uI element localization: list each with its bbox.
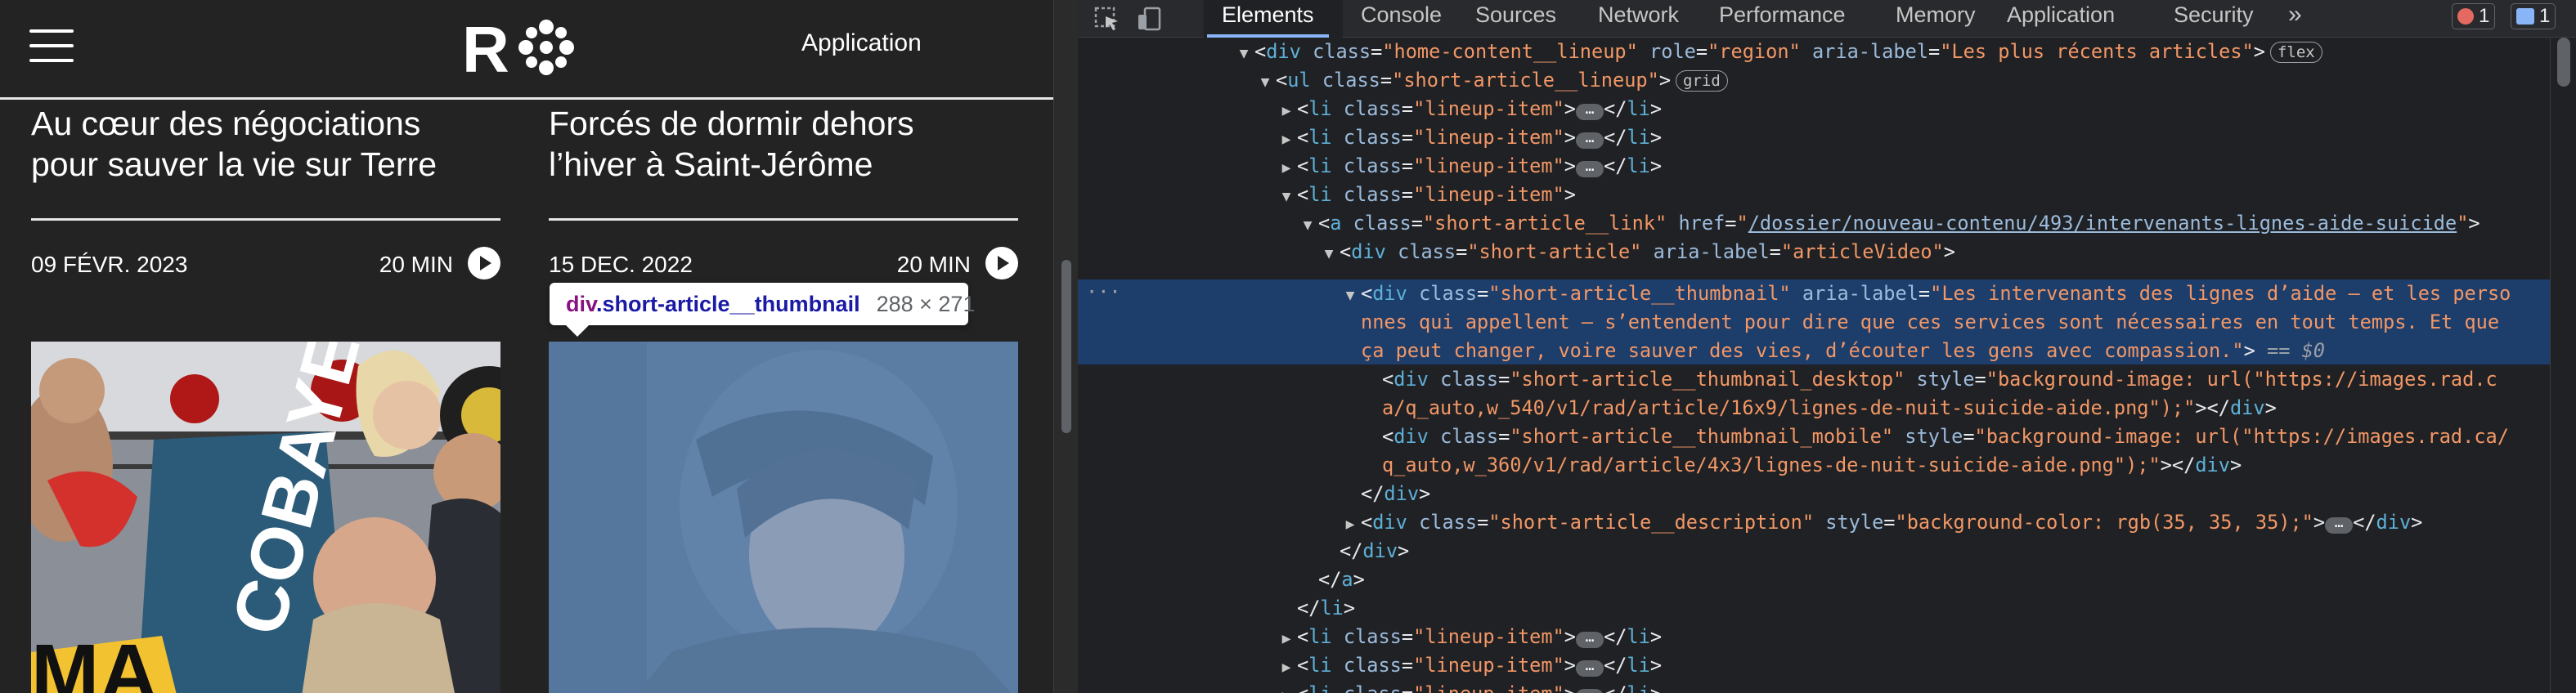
tab-elements[interactable]: Elements [1207,0,1329,38]
divider [549,218,1018,221]
dom-node-lineup-list[interactable]: ▼ <ul class="short-article__lineup"> grid [1078,66,2550,95]
hamburger-menu-icon[interactable] [29,29,74,62]
svg-text:MA: MA [31,628,159,693]
radio-canada-logo[interactable]: R [462,15,577,80]
tab-application[interactable]: Application [2007,0,2115,38]
more-tabs-chevron-icon[interactable]: » [2288,0,2302,38]
ellipsis-badge[interactable]: … [1576,630,1604,648]
dom-tree[interactable]: ▼ <div class="home-content__lineup" role=… [1078,38,2550,693]
flex-badge[interactable]: flex [2269,42,2322,63]
dom-node-close-div: </div> [1361,482,1431,505]
dom-node-lineup-item[interactable]: ▶<li class="lineup-item">…</li> [1078,651,2550,680]
message-count-badge[interactable]: 1 [2511,3,2556,29]
play-icon[interactable] [985,247,1018,279]
tab-memory[interactable]: Memory [1896,0,1976,38]
expanded-triangle-icon[interactable]: ▼ [1276,182,1297,211]
collapsed-triangle-icon[interactable]: ▶ [1276,682,1297,693]
ellipsis-badge[interactable]: … [1576,102,1604,120]
dom-node-close-div: </div> [1340,539,1410,562]
expanded-triangle-icon[interactable]: ▼ [1297,211,1318,239]
article-date: 15 DEC. 2022 [549,252,693,277]
article-title[interactable]: Au cœur des négociations pour sauver la … [31,103,500,185]
expanded-triangle-icon[interactable]: ▼ [1318,239,1340,268]
collapsed-triangle-icon[interactable]: ▶ [1276,125,1297,154]
inspect-element-icon[interactable] [1094,7,1120,31]
collapsed-triangle-icon[interactable]: ▶ [1276,624,1297,653]
dom-node-close-li: </li> [1297,597,1356,619]
tab-sources[interactable]: Sources [1475,0,1556,38]
tab-security[interactable]: Security [2174,0,2254,38]
tab-network[interactable]: Network [1598,0,1679,38]
dom-node-lineup-section[interactable]: ▼ <div class="home-content__lineup" role=… [1078,38,2550,66]
dom-node-thumbnail-mobile[interactable]: <div class="short-article__thumbnail_mob… [1078,423,2550,451]
article-date: 09 FÉVR. 2023 [31,252,188,277]
divider [31,218,500,221]
article-duration: 20 MIN [896,252,971,277]
article-thumbnail-highlighted[interactable] [549,342,1018,693]
tab-performance[interactable]: Performance [1719,0,1846,38]
collapsed-triangle-icon[interactable]: ▶ [1276,653,1297,682]
dom-node-lineup-item-expanded[interactable]: ▼ <li class="lineup-item"> [1078,181,2550,209]
ellipsis-badge[interactable]: … [2325,516,2354,534]
play-icon[interactable] [468,247,500,279]
article-title[interactable]: Forcés de dormir dehors l’hiver à Saint-… [549,103,1018,185]
message-count: 1 [2539,5,2551,27]
expanded-triangle-icon[interactable]: ▼ [1340,281,1361,310]
page-scrollbar-thumb[interactable] [1061,260,1071,433]
expanded-triangle-icon[interactable]: ▼ [1233,39,1254,68]
expanded-triangle-icon[interactable]: ▼ [1254,68,1276,96]
ellipsis-badge[interactable]: … [1576,659,1604,677]
article-duration: 20 MIN [379,252,453,277]
dom-node-article-link[interactable]: ▼ <a class="short-article__link" href="/d… [1078,209,2550,238]
dom-node-lineup-item[interactable]: ▶<li class="lineup-item">…</li> [1078,623,2550,651]
dom-node-short-article[interactable]: ▼ <div class="short-article" aria-label="… [1078,238,2550,266]
dom-node-lineup-item[interactable]: ▶<li class="lineup-item">…</li> [1078,680,2550,693]
devtools-scrollbar-thumb[interactable] [2557,38,2570,87]
dom-node-thumbnail-desktop-cont: a/q_auto,w_540/v1/rad/article/16x9/ligne… [1382,396,2277,419]
dom-node-close-a: </a> [1318,568,1365,591]
collapsed-triangle-icon[interactable]: ▶ [1340,510,1361,539]
mobile-page-viewport: R Application Au cœur des négociations p… [0,0,1053,693]
error-icon [2457,8,2474,25]
svg-text:R: R [462,15,509,80]
collapsed-triangle-icon[interactable]: ▶ [1276,154,1297,182]
inspect-element-tooltip: div.short-article__thumbnail 288 × 271 [550,283,975,337]
dom-node-lineup-item[interactable]: ▶<li class="lineup-item">…</li> [1078,95,2550,123]
tooltip-class: .short-article__thumbnail [596,292,860,316]
tooltip-size: 288 × 271 [876,292,976,316]
dom-node-lineup-item[interactable]: ▶<li class="lineup-item">…</li> [1078,152,2550,181]
nav-link-application[interactable]: Application [801,29,922,57]
dom-node-thumbnail-selected[interactable]: ▼ <div class="short-article__thumbnail" a… [1078,279,2550,308]
devtools-panel: Elements Console Sources Network Perform… [1078,0,2576,693]
dom-node-lineup-item[interactable]: ▶<li class="lineup-item">…</li> [1078,123,2550,152]
panel-splitter[interactable] [1053,0,1078,693]
error-count: 1 [2479,5,2490,27]
site-header: R Application [0,0,1053,100]
dom-node-thumbnail-desktop[interactable]: <div class="short-article__thumbnail_des… [1078,365,2550,394]
grid-badge[interactable]: grid [1676,70,1728,92]
error-count-badge[interactable]: 1 [2452,3,2496,29]
dom-node-thumbnail-mobile-cont: q_auto,w_360/v1/rad/article/4x3/lignes-d… [1382,454,2242,476]
dom-node-thumbnail-label-end: ça peut changer, voire sauver des vies, … [1361,339,2326,362]
article-thumbnail[interactable]: COBAYE MA [31,342,500,693]
article-card[interactable]: Au cœur des négociations pour sauver la … [31,100,500,693]
article-card[interactable]: Forcés de dormir dehors l’hiver à Saint-… [549,100,1018,693]
tooltip-tag: div [566,292,597,316]
ellipsis-badge[interactable]: … [1576,687,1604,693]
dom-node-description[interactable]: ▶ <div class="short-article__description"… [1078,508,2550,537]
message-icon [2516,8,2534,25]
devtools-scrollbar[interactable] [2550,38,2576,693]
collapsed-triangle-icon[interactable]: ▶ [1276,96,1297,125]
ellipsis-badge[interactable]: … [1576,159,1604,177]
ellipsis-badge[interactable]: … [1576,131,1604,149]
dom-node-thumbnail-label-cont: nnes qui appellent — s’entendent pour di… [1361,311,2500,333]
tab-console[interactable]: Console [1361,0,1442,38]
href-link[interactable]: /dossier/nouveau-contenu/493/intervenant… [1748,212,2457,235]
devtools-tabbar: Elements Console Sources Network Perform… [1078,0,2576,38]
device-toolbar-icon[interactable] [1137,7,1163,31]
